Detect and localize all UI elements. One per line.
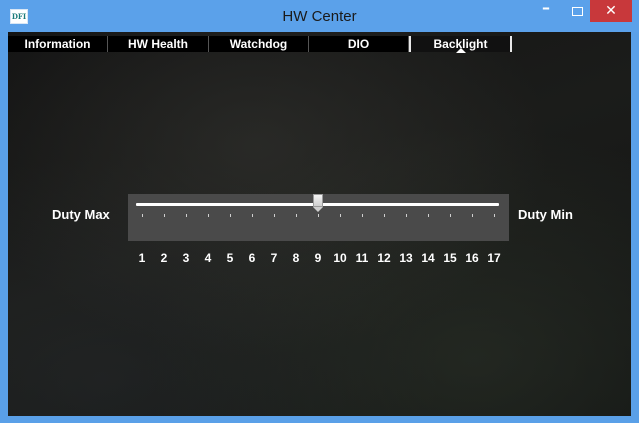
scale-label: 3 [182, 251, 190, 265]
scale-label: 4 [204, 251, 212, 265]
slider-tick [186, 214, 187, 217]
close-button[interactable]: ✕ [590, 0, 632, 22]
tab-label: DIO [347, 37, 370, 51]
slider-tick [296, 214, 297, 217]
scale-label: 1 [138, 251, 146, 265]
maximize-icon [572, 7, 583, 16]
slider-tick [252, 214, 253, 217]
slider-scale-labels: 1 2 3 4 5 6 7 8 9 10 11 12 13 14 15 16 17 [8, 251, 631, 267]
duty-min-label: Duty Min [518, 207, 573, 222]
tab-label: HW Health [128, 37, 188, 51]
scale-label: 14 [421, 251, 435, 265]
scale-label: 6 [248, 251, 256, 265]
tab-hw-health[interactable]: HW Health [108, 36, 209, 52]
scale-label: 15 [443, 251, 457, 265]
scale-label: 16 [465, 251, 479, 265]
scale-label: 5 [226, 251, 234, 265]
tab-label: Information [24, 37, 91, 51]
minimize-icon: – [542, 0, 550, 17]
slider-tick [142, 214, 143, 217]
slider-tick [494, 214, 495, 217]
tab-backlight[interactable]: Backlight [409, 36, 512, 53]
title-bar[interactable]: DFI HW Center – ✕ [0, 0, 639, 32]
maximize-button[interactable] [564, 0, 590, 22]
tab-label: Watchdog [229, 37, 288, 51]
close-icon: ✕ [605, 3, 617, 19]
tab-watchdog[interactable]: Watchdog [209, 36, 309, 52]
app-window: DFI HW Center – ✕ Information HW Health … [0, 0, 639, 423]
scale-label: 12 [377, 251, 391, 265]
slider-tick [450, 214, 451, 217]
scale-label: 7 [270, 251, 278, 265]
slider-tick [406, 214, 407, 217]
tab-dio[interactable]: DIO [309, 36, 409, 52]
slider-tick [472, 214, 473, 217]
scale-label: 9 [314, 251, 322, 265]
scale-label: 10 [333, 251, 347, 265]
minimize-button[interactable]: – [532, 0, 560, 22]
scale-label: 11 [355, 251, 369, 265]
slider-tick [318, 214, 319, 217]
tab-information[interactable]: Information [8, 36, 108, 52]
slider-thumb[interactable] [313, 194, 323, 212]
scale-label: 8 [292, 251, 300, 265]
scale-label: 2 [160, 251, 168, 265]
slider-tick [230, 214, 231, 217]
slider-tick [274, 214, 275, 217]
slider-tick [384, 214, 385, 217]
backlight-slider[interactable] [128, 194, 509, 241]
main-content: Information HW Health Watchdog DIO Backl… [8, 32, 631, 416]
slider-tick [362, 214, 363, 217]
scale-label: 13 [399, 251, 413, 265]
slider-tick [164, 214, 165, 217]
active-tab-indicator [455, 48, 466, 53]
slider-tick [208, 214, 209, 217]
tab-bar: Information HW Health Watchdog DIO Backl… [8, 36, 631, 53]
slider-tick [428, 214, 429, 217]
slider-tick [340, 214, 341, 217]
duty-max-label: Duty Max [52, 207, 110, 222]
scale-label: 17 [487, 251, 501, 265]
